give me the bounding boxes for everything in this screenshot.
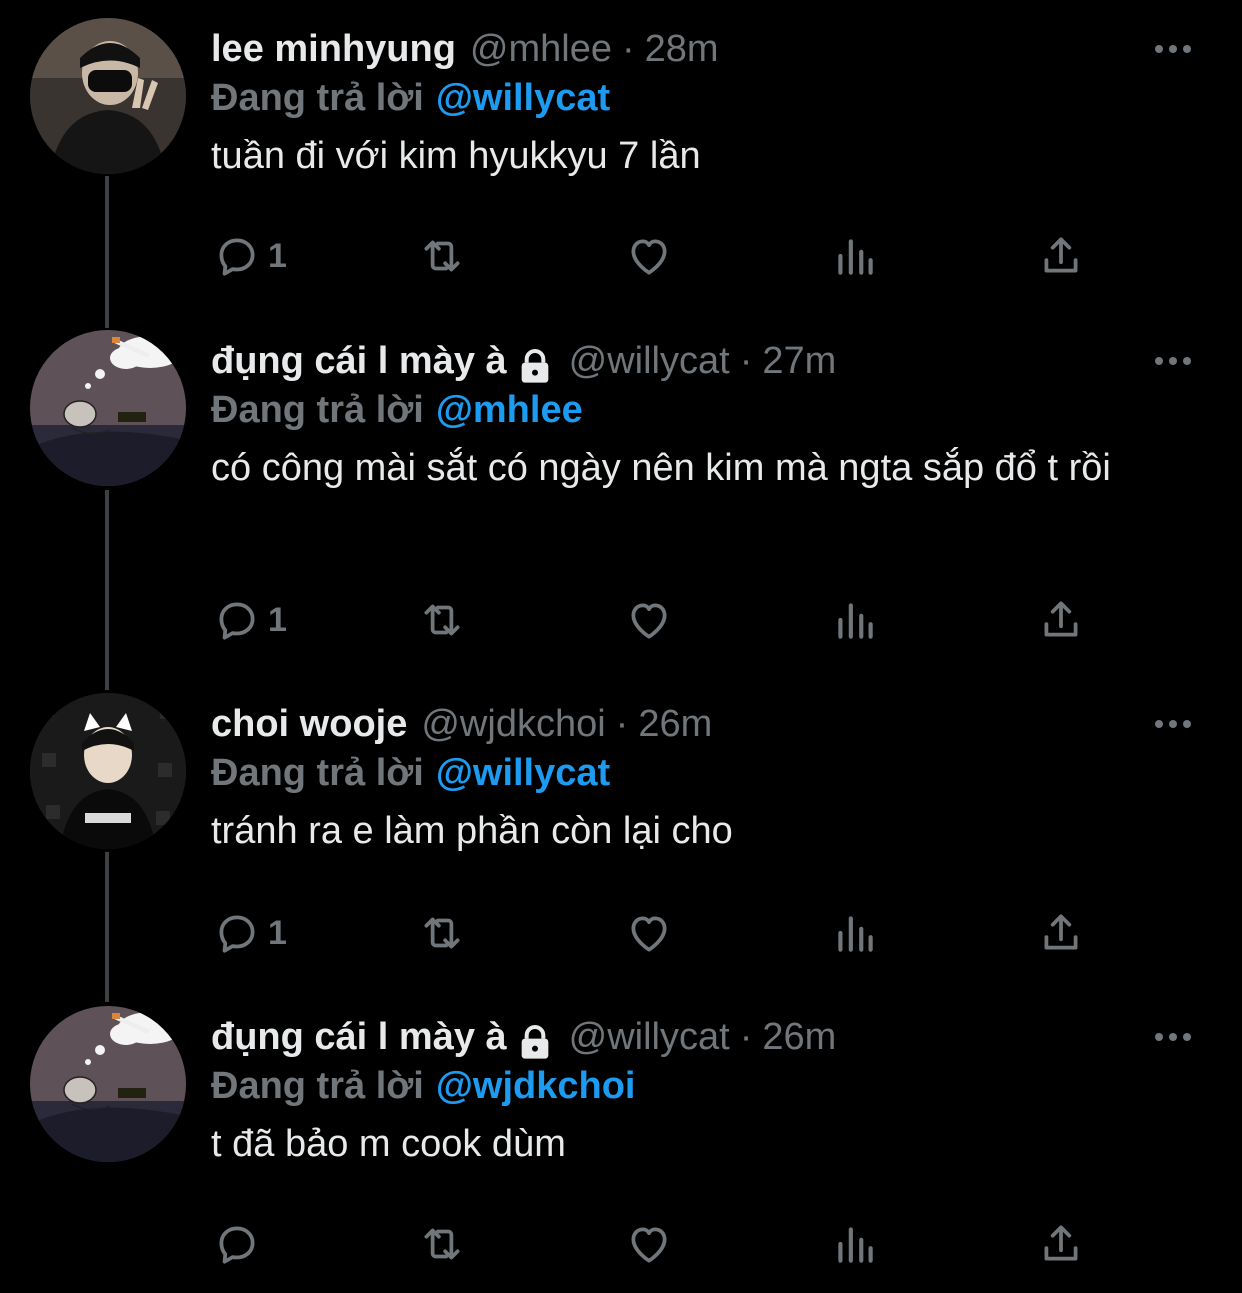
- views-icon: [838, 239, 873, 275]
- share-button[interactable]: [1036, 907, 1086, 959]
- views-button[interactable]: [830, 1218, 880, 1270]
- reply-icon: [219, 1226, 255, 1264]
- replying-to-handle[interactable]: @wjdkchoi: [436, 1065, 636, 1107]
- action-bar: [212, 1218, 1092, 1270]
- timestamp[interactable]: 26m: [638, 693, 712, 755]
- retweet-icon: [424, 240, 460, 272]
- avatar[interactable]: [30, 330, 186, 486]
- reply-icon: [219, 915, 255, 953]
- share-button[interactable]: [1036, 594, 1086, 646]
- replying-to: Đang trả lời @willycat: [211, 745, 610, 801]
- more-options-button[interactable]: [1152, 340, 1194, 382]
- retweet-button[interactable]: [417, 594, 467, 646]
- retweet-button[interactable]: [417, 907, 467, 959]
- retweet-button[interactable]: [417, 230, 467, 282]
- reply-button[interactable]: 1: [212, 907, 287, 959]
- lock-icon: [515, 343, 555, 383]
- username[interactable]: @willycat: [569, 330, 730, 392]
- separator: ·: [622, 28, 635, 70]
- views-icon: [838, 603, 873, 639]
- replying-to: Đang trả lời @mhlee: [211, 382, 583, 438]
- separator: ·: [615, 703, 629, 745]
- tweet-text: t đã bảo m cook dùm: [211, 1123, 566, 1165]
- tweet[interactable]: đụng cái l mày à @willycat · 27m Đang tr…: [0, 330, 1242, 670]
- like-button[interactable]: [624, 230, 674, 282]
- heart-icon: [631, 916, 667, 952]
- timestamp[interactable]: 27m: [762, 330, 836, 392]
- views-button[interactable]: [830, 230, 880, 282]
- lock-icon: [515, 1019, 555, 1059]
- share-icon: [1044, 1225, 1078, 1261]
- like-button[interactable]: [624, 1218, 674, 1270]
- views-button[interactable]: [830, 594, 880, 646]
- share-icon: [1044, 601, 1078, 637]
- share-button[interactable]: [1036, 1218, 1086, 1270]
- replying-to-label: Đang trả lời: [211, 752, 424, 794]
- reply-button[interactable]: [212, 1218, 268, 1270]
- reply-count: 1: [268, 600, 287, 639]
- replying-to-label: Đang trả lời: [211, 77, 424, 119]
- tweet[interactable]: đụng cái l mày à @willycat · 26m Đang tr…: [0, 1006, 1242, 1286]
- more-options-button[interactable]: [1152, 28, 1194, 70]
- timestamp[interactable]: 28m: [645, 18, 719, 80]
- reply-icon: [219, 602, 255, 640]
- avatar[interactable]: [30, 18, 186, 174]
- heart-icon: [631, 603, 667, 639]
- action-bar: 1: [212, 907, 1092, 959]
- action-bar: 1: [212, 594, 1092, 646]
- views-icon: [838, 916, 873, 952]
- heart-icon: [631, 239, 667, 275]
- retweet-icon: [424, 917, 460, 949]
- separator: ·: [739, 1016, 753, 1058]
- more-options-button[interactable]: [1152, 703, 1194, 745]
- more-options-button[interactable]: [1152, 1016, 1194, 1058]
- share-button[interactable]: [1036, 230, 1086, 282]
- replying-to: Đang trả lời @willycat: [211, 70, 610, 126]
- replying-to-label: Đang trả lời: [211, 389, 424, 431]
- like-button[interactable]: [624, 907, 674, 959]
- replying-to-label: Đang trả lời: [211, 1065, 424, 1107]
- more-dots-icon: [1155, 357, 1191, 365]
- more-dots-icon: [1155, 720, 1191, 728]
- reply-button[interactable]: 1: [212, 230, 287, 282]
- tweet-text: tránh ra e làm phần còn lại cho: [211, 810, 733, 852]
- replying-to: Đang trả lời @wjdkchoi: [211, 1058, 635, 1114]
- views-icon: [838, 1227, 873, 1263]
- replying-to-handle[interactable]: @mhlee: [436, 389, 583, 431]
- timestamp[interactable]: 26m: [762, 1006, 836, 1068]
- action-bar: 1: [212, 230, 1092, 282]
- reply-button[interactable]: 1: [212, 594, 287, 646]
- share-icon: [1044, 237, 1078, 273]
- tweet[interactable]: choi wooje @wjdkchoi · 26m Đang trả lời @…: [0, 693, 1242, 973]
- views-button[interactable]: [830, 907, 880, 959]
- retweet-icon: [424, 1228, 460, 1260]
- more-dots-icon: [1155, 1033, 1191, 1041]
- reply-count: 1: [268, 236, 287, 275]
- tweet-text: tuần đi với kim hyukkyu 7 lần: [211, 135, 701, 177]
- more-dots-icon: [1155, 45, 1191, 53]
- heart-icon: [631, 1227, 667, 1263]
- replying-to-handle[interactable]: @willycat: [436, 77, 610, 119]
- retweet-button[interactable]: [417, 1218, 467, 1270]
- tweet-text: có công mài sắt có ngày nên kim mà ngta …: [211, 447, 1111, 489]
- like-button[interactable]: [624, 594, 674, 646]
- retweet-icon: [424, 604, 460, 636]
- avatar[interactable]: [30, 1006, 186, 1162]
- share-icon: [1044, 914, 1078, 950]
- replying-to-handle[interactable]: @willycat: [436, 752, 610, 794]
- reply-icon: [219, 238, 255, 276]
- tweet[interactable]: lee minhyung @mhlee · 28m Đang trả lời @w…: [0, 18, 1242, 288]
- avatar[interactable]: [30, 693, 186, 849]
- separator: ·: [739, 340, 753, 382]
- reply-count: 1: [268, 913, 287, 952]
